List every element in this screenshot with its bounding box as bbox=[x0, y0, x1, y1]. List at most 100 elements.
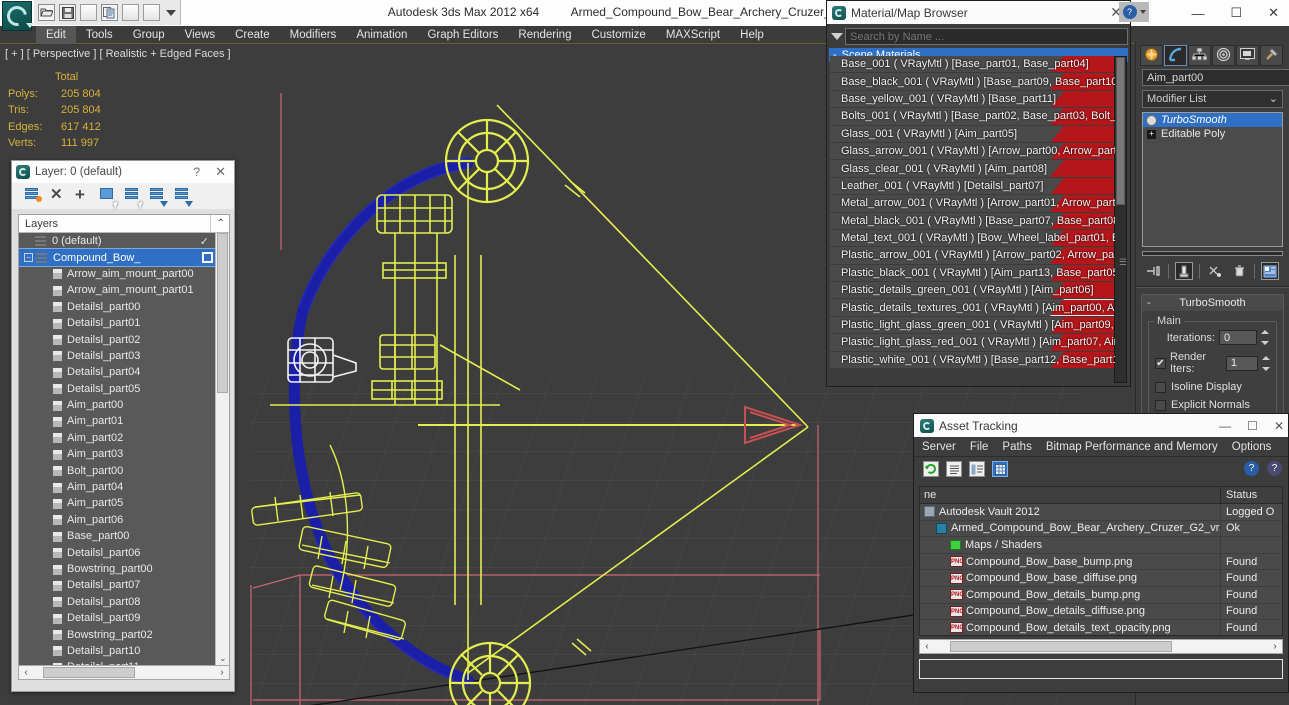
minimize-button[interactable]: — bbox=[1219, 419, 1231, 433]
material-row[interactable]: Leather_001 ( VRayMtl ) [Detailsl_part07… bbox=[830, 177, 1115, 195]
asset-row[interactable]: PNG Compound_Bow_details_text_opacity.png… bbox=[920, 620, 1282, 635]
refresh-button[interactable] bbox=[923, 461, 939, 477]
select-objects-in-layer-button[interactable] bbox=[100, 188, 120, 209]
collapse-icon[interactable]: - bbox=[1147, 297, 1151, 309]
chevron-down-icon[interactable] bbox=[26, 23, 34, 28]
reset-button[interactable] bbox=[143, 4, 160, 21]
layer-column-header[interactable]: Layers ⌃ bbox=[19, 215, 229, 233]
scroll-right-icon[interactable]: › bbox=[215, 667, 229, 678]
layer-row[interactable]: 0 (default) ✓ bbox=[19, 233, 215, 249]
layer-object-row[interactable]: Aim_part03 bbox=[19, 446, 215, 462]
column-status[interactable]: Status bbox=[1220, 487, 1282, 503]
menu-item-tools[interactable]: Tools bbox=[76, 26, 123, 44]
active-layer-check-icon[interactable]: ✓ bbox=[200, 235, 209, 248]
delete-layer-button[interactable]: ✕ bbox=[50, 187, 66, 204]
material-row[interactable]: Plastic_arrow_001 ( VRayMtl ) [Arrow_par… bbox=[830, 247, 1115, 264]
layer-list-vscrollbar[interactable]: ⌄ bbox=[215, 233, 229, 665]
layer-object-row[interactable]: Detailsl_part09 bbox=[19, 610, 215, 626]
scrollbar-thumb[interactable] bbox=[950, 641, 1172, 652]
menu-item-customize[interactable]: Customize bbox=[581, 26, 655, 44]
material-row[interactable]: Metal_text_001 ( VRayMtl ) [Bow_Wheel_la… bbox=[830, 229, 1115, 247]
stack-resize-bar[interactable] bbox=[1142, 251, 1283, 256]
open-file-button[interactable] bbox=[38, 4, 55, 21]
layer-object-row[interactable]: Arrow_aim_mount_part01 bbox=[19, 282, 215, 298]
undo-button[interactable] bbox=[80, 4, 97, 21]
layer-object-row[interactable]: Arrow_aim_mount_part00 bbox=[19, 266, 215, 282]
app-logo[interactable] bbox=[2, 1, 34, 31]
make-unique-button[interactable] bbox=[1206, 262, 1224, 280]
detail-view-button[interactable] bbox=[969, 461, 985, 477]
material-list-vscrollbar[interactable]: ☰ bbox=[1114, 56, 1127, 383]
chevron-down-icon[interactable]: ⌄ bbox=[219, 653, 227, 664]
grid-view-button[interactable] bbox=[992, 461, 1008, 477]
maximize-button[interactable]: ☐ bbox=[1247, 419, 1258, 433]
material-row[interactable]: Base_black_001 ( VRayMtl ) [Base_part09,… bbox=[830, 73, 1115, 90]
modifier-stack[interactable]: TurboSmooth + Editable Poly bbox=[1142, 112, 1283, 247]
new-layer-button[interactable] bbox=[25, 188, 42, 204]
layer-object-row[interactable]: Detailsl_part02 bbox=[19, 331, 215, 347]
expander-icon[interactable]: − bbox=[24, 253, 33, 263]
pin-stack-button[interactable] bbox=[1144, 262, 1162, 280]
asset-menu-bitmap-performance-and-memory[interactable]: Bitmap Performance and Memory bbox=[1046, 441, 1218, 453]
save-file-button[interactable] bbox=[59, 4, 76, 21]
asset-menu-file[interactable]: File bbox=[970, 441, 989, 453]
material-row[interactable]: Plastic_details_textures_001 ( VRayMtl )… bbox=[830, 299, 1115, 316]
asset-menu-server[interactable]: Server bbox=[922, 441, 956, 453]
rollout-header[interactable]: - TurboSmooth bbox=[1142, 295, 1283, 311]
layer-object-row[interactable]: Aim_part05 bbox=[19, 495, 215, 511]
layer-object-row[interactable]: Bolt_part00 bbox=[19, 462, 215, 478]
column-name[interactable]: ne bbox=[920, 487, 1220, 503]
render-iters-spinner[interactable]: 1 bbox=[1225, 355, 1258, 371]
layer-object-row[interactable]: Aim_part04 bbox=[19, 479, 215, 495]
layer-object-row[interactable]: Aim_part02 bbox=[19, 430, 215, 446]
help-context-icon[interactable]: ? bbox=[1267, 461, 1282, 476]
material-list[interactable]: Base_001 ( VRayMtl ) [Base_part01, Base_… bbox=[830, 56, 1115, 383]
layer-object-row[interactable]: Bowstring_part00 bbox=[19, 561, 215, 577]
asset-menu-paths[interactable]: Paths bbox=[1002, 441, 1031, 453]
material-row[interactable]: Plastic_light_glass_red_001 ( VRayMtl ) … bbox=[830, 334, 1115, 351]
material-row[interactable]: Plastic_light_glass_green_001 ( VRayMtl … bbox=[830, 316, 1115, 334]
scroll-left-icon[interactable]: ‹ bbox=[19, 667, 33, 678]
explicit-normals-checkbox[interactable] bbox=[1155, 399, 1166, 411]
asset-table[interactable]: ne Status Autodesk Vault 2012 Logged O Arm… bbox=[919, 486, 1283, 636]
menu-item-create[interactable]: Create bbox=[225, 26, 280, 44]
asset-row[interactable]: PNG Compound_Bow_details_bump.png Found bbox=[920, 586, 1282, 604]
menu-item-modifiers[interactable]: Modifiers bbox=[280, 26, 347, 44]
layer-object-row[interactable]: Detailsl_part10 bbox=[19, 643, 215, 659]
new-scene-button[interactable] bbox=[122, 4, 139, 21]
layer-list[interactable]: Layers ⌃ 0 (default) ✓ − Compound_Bow_ Arrow… bbox=[18, 214, 230, 666]
layer-object-row[interactable]: Detailsl_part05 bbox=[19, 381, 215, 397]
material-row[interactable]: Glass_001 ( VRayMtl ) [Aim_part05] bbox=[830, 125, 1115, 142]
layer-object-row[interactable]: Aim_part00 bbox=[19, 397, 215, 413]
modifier-list-dropdown[interactable]: Modifier List ⌄ bbox=[1142, 90, 1283, 108]
layer-object-row[interactable]: Detailsl_part00 bbox=[19, 299, 215, 315]
object-name-input[interactable] bbox=[1142, 69, 1289, 86]
display-tab[interactable] bbox=[1236, 45, 1259, 66]
menu-item-help[interactable]: Help bbox=[730, 26, 774, 44]
asset-rows[interactable]: Autodesk Vault 2012 Logged O Armed_Compoun… bbox=[920, 504, 1282, 635]
layer-object-row[interactable]: Detailsl_part07 bbox=[19, 577, 215, 593]
modifier-stack-item[interactable]: TurboSmooth bbox=[1143, 113, 1282, 127]
modify-tab[interactable] bbox=[1164, 45, 1187, 66]
layer-list-hscrollbar[interactable]: ‹ › bbox=[18, 665, 230, 680]
menu-item-views[interactable]: Views bbox=[175, 26, 225, 44]
layer-object-row[interactable]: Detailsl_part08 bbox=[19, 594, 215, 610]
layer-object-row[interactable]: Aim_part01 bbox=[19, 413, 215, 429]
help-question-icon[interactable]: ? bbox=[1244, 461, 1259, 476]
highlight-selected-objects-button[interactable] bbox=[125, 188, 145, 209]
asset-row[interactable]: PNG Compound_Bow_base_bump.png Found bbox=[920, 553, 1282, 571]
add-layer-button[interactable]: + bbox=[75, 186, 91, 204]
layer-object-row[interactable]: Aim_part06 bbox=[19, 512, 215, 528]
menu-item-group[interactable]: Group bbox=[123, 26, 175, 44]
layer-object-row[interactable]: Detailsl_part06 bbox=[19, 544, 215, 560]
render-iters-checkbox[interactable]: ✔ bbox=[1155, 357, 1166, 369]
layer-object-row[interactable]: Detailsl_part01 bbox=[19, 315, 215, 331]
material-row[interactable]: Metal_arrow_001 ( VRayMtl ) [Arrow_part0… bbox=[830, 195, 1115, 212]
render-iters-spinner-arrows[interactable] bbox=[1262, 355, 1270, 371]
layer-object-row[interactable]: Bowstring_part02 bbox=[19, 626, 215, 642]
maximize-button[interactable]: ☐ bbox=[1230, 5, 1242, 21]
layer-object-row[interactable]: Base_part00 bbox=[19, 528, 215, 544]
configure-modifier-sets-button[interactable] bbox=[1261, 262, 1279, 280]
scroll-left-icon[interactable]: ‹ bbox=[920, 641, 934, 652]
material-row[interactable]: Metal_black_001 ( VRayMtl ) [Base_part07… bbox=[830, 212, 1115, 229]
